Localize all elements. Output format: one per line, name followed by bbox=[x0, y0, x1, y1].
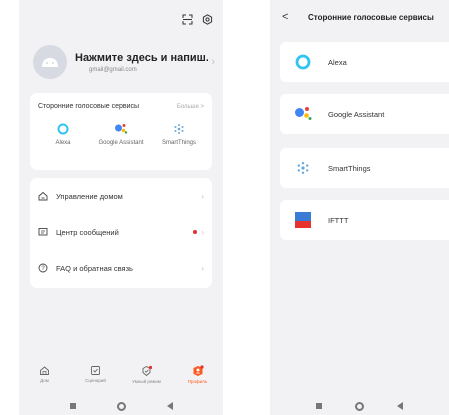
alexa-icon bbox=[57, 123, 69, 135]
profile-tab-icon bbox=[192, 365, 204, 377]
help-icon: ? bbox=[38, 263, 48, 273]
profile-screen: Нажмите здесь и напиш... gmail@gmail.com… bbox=[19, 0, 223, 415]
recent-apps-icon[interactable] bbox=[69, 403, 76, 409]
back-button[interactable]: < bbox=[282, 11, 296, 23]
ifttt-icon bbox=[292, 212, 314, 228]
voice-services-more-link[interactable]: Больше > bbox=[177, 104, 204, 110]
voice-item-google-assistant[interactable]: Google Assistant bbox=[93, 123, 149, 147]
menu-item-label: Управление домом bbox=[56, 191, 123, 201]
home-nav-icon[interactable] bbox=[116, 401, 126, 411]
voice-item-label: SmartThings bbox=[161, 140, 196, 146]
voice-item-label: Google Assistant bbox=[98, 140, 144, 146]
back-nav-icon[interactable] bbox=[166, 402, 173, 410]
google-assistant-icon bbox=[114, 123, 128, 135]
recent-apps-icon[interactable] bbox=[316, 403, 323, 409]
header: < Сторонние голосовые сервисы bbox=[270, 8, 449, 26]
smart-mode-tab-icon bbox=[141, 365, 153, 377]
home-tab-icon bbox=[39, 365, 50, 376]
chevron-right-icon: › bbox=[211, 56, 215, 68]
home-nav-icon[interactable] bbox=[354, 401, 364, 411]
menu-item-label: Центр сообщений bbox=[56, 227, 119, 237]
system-nav-bar bbox=[19, 397, 223, 415]
voice-item-label: Alexa bbox=[55, 140, 71, 146]
scenario-tab-icon bbox=[90, 365, 101, 376]
menu-item-label: FAQ и обратная связь bbox=[56, 263, 133, 273]
service-item-google-assistant[interactable]: Google Assistant bbox=[280, 94, 449, 134]
bottom-tab-bar: Дом Сценарий Умный режим Профиль bbox=[19, 365, 223, 395]
menu-card: Управление домом › Центр сообщений › ? F… bbox=[30, 178, 212, 288]
voice-services-screen: < Сторонние голосовые сервисы Alexa Goog… bbox=[270, 0, 449, 415]
alexa-icon bbox=[292, 54, 314, 70]
tab-scenario[interactable]: Сценарий bbox=[71, 365, 121, 395]
menu-item-home-management[interactable]: Управление домом › bbox=[30, 178, 212, 214]
voice-services-card: Сторонние голосовые сервисы Больше > Ale… bbox=[30, 93, 212, 170]
voice-services-title: Сторонние голосовые сервисы bbox=[38, 103, 140, 110]
service-item-ifttt[interactable]: IFTTT bbox=[280, 200, 449, 240]
chevron-right-icon: › bbox=[201, 227, 204, 237]
voice-item-alexa[interactable]: Alexa bbox=[35, 123, 91, 147]
settings-icon[interactable] bbox=[202, 14, 213, 25]
service-label: SmartThings bbox=[328, 163, 371, 173]
service-item-alexa[interactable]: Alexa bbox=[280, 42, 449, 82]
back-nav-icon[interactable] bbox=[396, 402, 403, 410]
home-icon bbox=[38, 191, 48, 201]
scan-icon[interactable] bbox=[182, 14, 193, 25]
chevron-right-icon: › bbox=[201, 191, 204, 201]
tab-label: Профиль bbox=[187, 379, 208, 384]
avatar[interactable] bbox=[33, 45, 67, 79]
tab-label: Дом bbox=[40, 378, 49, 383]
service-label: Google Assistant bbox=[328, 109, 385, 119]
google-assistant-icon bbox=[292, 106, 314, 122]
top-icons bbox=[182, 14, 213, 25]
chevron-right-icon: › bbox=[201, 263, 204, 273]
system-nav-bar bbox=[270, 397, 449, 415]
tab-label: Умный режим bbox=[132, 379, 161, 384]
page-title: Сторонние голосовые сервисы bbox=[308, 12, 434, 22]
profile-name[interactable]: Нажмите здесь и напиш... bbox=[75, 52, 208, 64]
service-item-smartthings[interactable]: SmartThings bbox=[280, 148, 449, 188]
message-icon bbox=[38, 227, 48, 237]
profile-email: gmail@gmail.com bbox=[89, 66, 137, 73]
voice-item-smartthings[interactable]: SmartThings bbox=[151, 123, 207, 147]
smartthings-icon bbox=[173, 123, 185, 135]
tab-profile[interactable]: Профиль bbox=[173, 365, 223, 395]
service-label: Alexa bbox=[328, 57, 347, 67]
menu-item-message-center[interactable]: Центр сообщений › bbox=[30, 214, 212, 250]
tab-home[interactable]: Дом bbox=[20, 365, 70, 395]
profile-header[interactable]: Нажмите здесь и напиш... gmail@gmail.com… bbox=[33, 42, 215, 82]
unread-badge bbox=[193, 230, 198, 234]
tab-label: Сценарий bbox=[85, 378, 106, 383]
service-label: IFTTT bbox=[328, 215, 349, 225]
menu-item-faq[interactable]: ? FAQ и обратная связь › bbox=[30, 250, 212, 286]
tab-smart-mode[interactable]: Умный режим bbox=[122, 365, 172, 395]
smartthings-icon bbox=[292, 161, 314, 175]
